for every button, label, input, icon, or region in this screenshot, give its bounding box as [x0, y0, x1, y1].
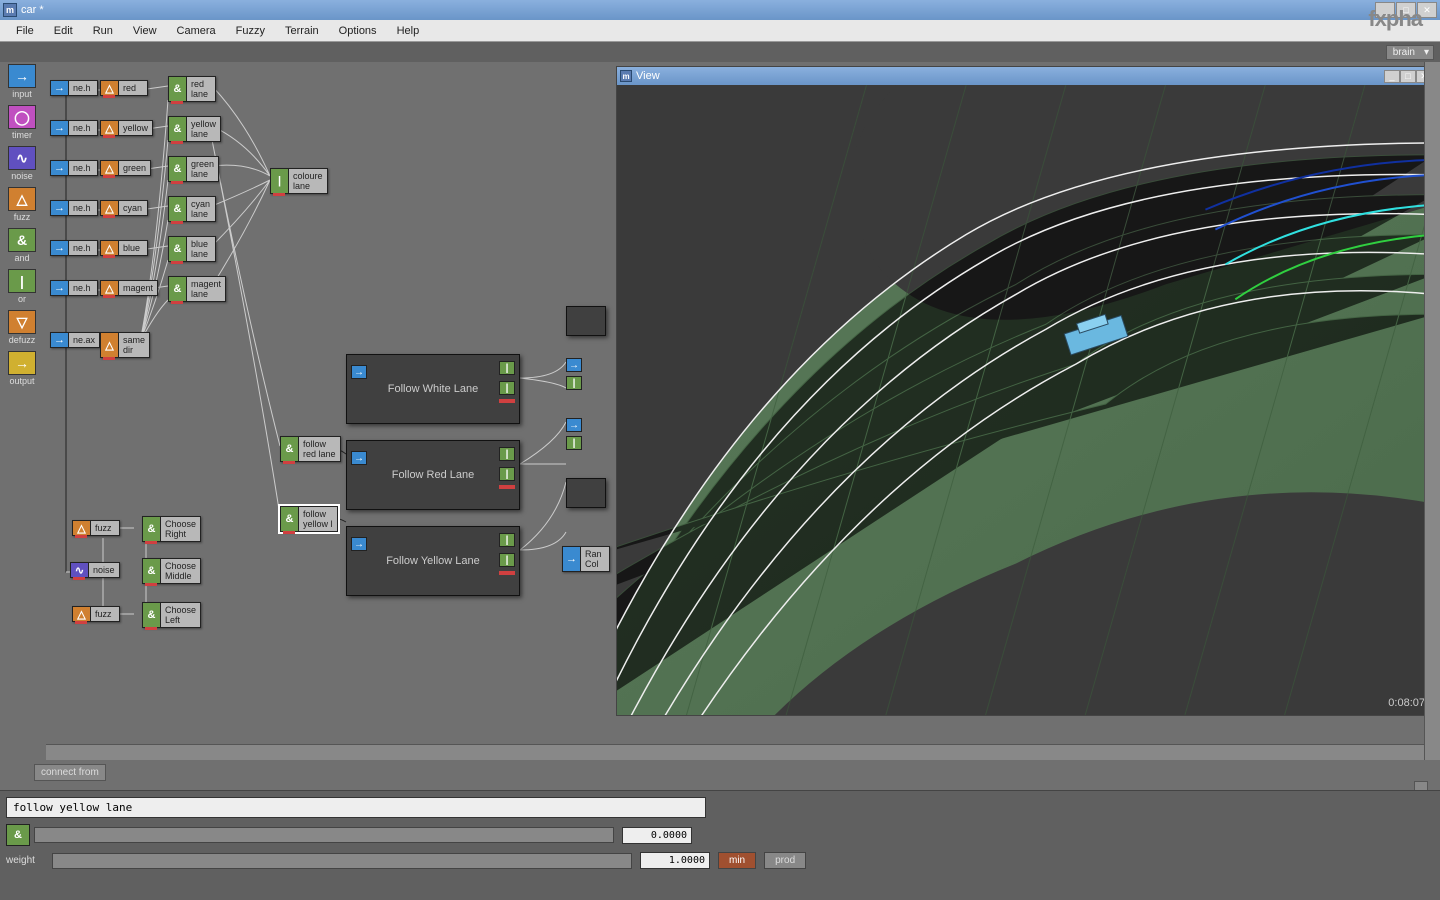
noise-tool[interactable]: ∿noise — [4, 144, 40, 183]
node-coloured-lane[interactable]: | coloure lane — [270, 168, 328, 194]
and-type-badge[interactable]: & — [6, 824, 30, 846]
node-choose-middle[interactable]: & Choose Middle — [142, 558, 201, 584]
node-choose-right[interactable]: & Choose Right — [142, 516, 201, 542]
input-node-3[interactable]: →ne.h — [50, 200, 98, 216]
view-panel[interactable]: m View _ □ ✕ — [616, 66, 1436, 716]
defuzz-tool[interactable]: ▽defuzz — [4, 308, 40, 347]
view-minimize-button[interactable]: _ — [1384, 70, 1400, 83]
fuzz-node-6[interactable]: △same dir — [100, 332, 150, 358]
input-tool[interactable]: →input — [4, 62, 40, 101]
node-fuzz-top[interactable]: △ fuzz — [72, 520, 120, 536]
menu-terrain[interactable]: Terrain — [275, 22, 329, 40]
menu-camera[interactable]: Camera — [167, 22, 226, 40]
or-tool[interactable]: |or — [4, 267, 40, 306]
input-node-6[interactable]: →ne.ax — [50, 332, 100, 348]
fuzz-node-5[interactable]: △magent — [100, 280, 158, 296]
menu-file[interactable]: File — [6, 22, 44, 40]
right-port-2[interactable]: | — [566, 376, 582, 390]
and-lane-node-0[interactable]: &red lane — [168, 76, 216, 102]
track-scene — [617, 85, 1435, 715]
menu-help[interactable]: Help — [387, 22, 430, 40]
fuzz-node-3[interactable]: △cyan — [100, 200, 148, 216]
port-box-bottom[interactable] — [566, 478, 606, 508]
status-text: connect from — [34, 764, 106, 781]
watermark-label: fxpha — [1368, 6, 1422, 32]
view-timecode: 0:08:07 — [1388, 697, 1425, 709]
and-lane-node-4[interactable]: &blue lane — [168, 236, 216, 262]
node-choose-left[interactable]: & Choose Left — [142, 602, 201, 628]
value-field-1[interactable] — [640, 852, 710, 869]
node-canvas[interactable]: →input ◯timer ∿noise △fuzz &and |or ▽def… — [0, 62, 1440, 760]
input-node-2[interactable]: →ne.h — [50, 160, 98, 176]
view-title-bar[interactable]: m View _ □ ✕ — [617, 67, 1435, 85]
input-node-5[interactable]: →ne.h — [50, 280, 98, 296]
follow-lane-box-1[interactable]: → | | Follow Red Lane — [346, 440, 520, 510]
fuzz-tool[interactable]: △fuzz — [4, 185, 40, 224]
node-name-input[interactable] — [6, 797, 706, 818]
view-app-icon: m — [620, 70, 632, 82]
brain-dropdown[interactable]: brain — [1386, 45, 1434, 60]
node-follow-red-lane[interactable]: & follow red lane — [280, 436, 341, 462]
right-port-3[interactable]: → — [566, 418, 582, 432]
timer-tool[interactable]: ◯timer — [4, 103, 40, 142]
view-3d-viewport[interactable]: 0:08:07 — [617, 85, 1435, 715]
prod-button[interactable]: prod — [764, 852, 806, 869]
menu-view[interactable]: View — [123, 22, 167, 40]
and-lane-node-5[interactable]: &magent lane — [168, 276, 226, 302]
node-fuzz-bottom[interactable]: △ fuzz — [72, 606, 120, 622]
fuzz-node-1[interactable]: △yellow — [100, 120, 153, 136]
input-node-4[interactable]: →ne.h — [50, 240, 98, 256]
and-lane-node-1[interactable]: &yellow lane — [168, 116, 221, 142]
canvas-scroll-horizontal[interactable] — [46, 744, 1424, 760]
menu-options[interactable]: Options — [329, 22, 387, 40]
node-noise[interactable]: ∿ noise — [70, 562, 120, 578]
port-box-top[interactable] — [566, 306, 606, 336]
value-slider-1[interactable] — [52, 853, 632, 869]
min-button[interactable]: min — [718, 852, 756, 869]
and-lane-node-3[interactable]: &cyan lane — [168, 196, 216, 222]
value-slider-0[interactable] — [34, 827, 614, 843]
follow-lane-box-0[interactable]: → | | Follow White Lane — [346, 354, 520, 424]
node-rand-col[interactable]: → Ran Col — [562, 546, 610, 572]
input-node-0[interactable]: →ne.h — [50, 80, 98, 96]
and-lane-node-2[interactable]: &green lane — [168, 156, 219, 182]
window-title: car * — [21, 4, 1375, 16]
main-title-bar: m car * _ □ ✕ — [0, 0, 1440, 20]
output-tool[interactable]: →output — [4, 349, 40, 388]
menu-bar: File Edit Run View Camera Fuzzy Terrain … — [0, 20, 1440, 42]
view-maximize-button[interactable]: □ — [1400, 70, 1416, 83]
weight-label: weight — [6, 855, 48, 866]
fuzz-node-0[interactable]: △red — [100, 80, 148, 96]
canvas-scroll-vertical[interactable] — [1424, 62, 1440, 760]
sub-toolbar: brain — [0, 42, 1440, 62]
and-tool[interactable]: &and — [4, 226, 40, 265]
menu-edit[interactable]: Edit — [44, 22, 83, 40]
status-row: connect from — [6, 764, 1434, 782]
view-title-text: View — [636, 70, 660, 82]
menu-fuzzy[interactable]: Fuzzy — [226, 22, 275, 40]
app-icon: m — [3, 3, 17, 17]
follow-lane-box-2[interactable]: → | | Follow Yellow Lane — [346, 526, 520, 596]
right-port-4[interactable]: | — [566, 436, 582, 450]
input-node-1[interactable]: →ne.h — [50, 120, 98, 136]
node-follow-yellow-lane[interactable]: & follow yellow l — [280, 506, 338, 532]
value-field-0[interactable] — [622, 827, 692, 844]
menu-run[interactable]: Run — [83, 22, 123, 40]
right-port-1[interactable]: → — [566, 358, 582, 372]
tool-palette: →input ◯timer ∿noise △fuzz &and |or ▽def… — [4, 62, 42, 388]
fuzz-node-4[interactable]: △blue — [100, 240, 148, 256]
property-panel: & weight min prod — [0, 790, 1440, 900]
fuzz-node-2[interactable]: △green — [100, 160, 151, 176]
